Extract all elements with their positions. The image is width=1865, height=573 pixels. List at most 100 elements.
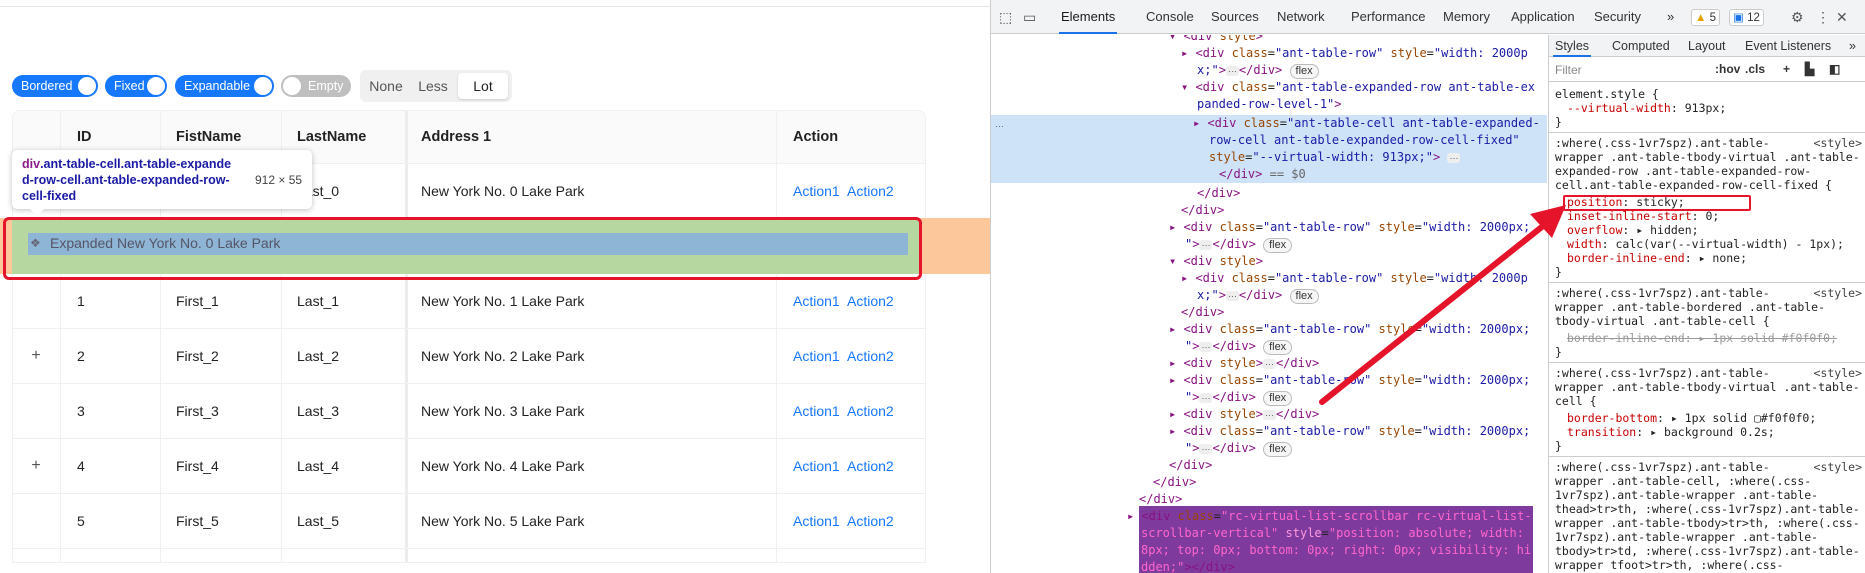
dom-line[interactable]: </div> (1153, 474, 1196, 491)
fixed-switch[interactable]: Fixed (105, 75, 167, 97)
close-icon[interactable]: ✕ (1836, 9, 1848, 25)
new-rule-icon[interactable]: + (1783, 62, 1790, 76)
dom-line[interactable]: ▸ <div class="ant-table-row" style="widt… (1169, 423, 1530, 440)
dom-line-selected[interactable]: </div> == $0 (1219, 166, 1306, 183)
action2-link[interactable]: Action2 (847, 181, 894, 201)
message-icon: ▣ (1733, 12, 1744, 24)
css-declaration[interactable]: inset-inline-start: 0; (1567, 209, 1719, 223)
dom-line[interactable]: x;"> ··· </div> flex (1197, 62, 1319, 79)
action1-link[interactable]: Action1 (793, 346, 840, 366)
inspect-element-icon[interactable]: ⬚ (999, 9, 1012, 25)
switch-knob (283, 77, 301, 95)
css-declaration-overridden[interactable]: border-inline-end: ▸ 1px solid #f0f0f0; (1567, 331, 1837, 345)
action2-link[interactable]: Action2 (847, 456, 894, 476)
toggle-sidebar-icon[interactable]: ◧ (1829, 62, 1840, 76)
dom-line[interactable]: "> ··· </div> flex (1185, 389, 1293, 406)
dom-line[interactable]: </div> (1169, 457, 1212, 474)
density-option-lot[interactable]: Lot (458, 73, 508, 99)
dom-line[interactable]: </div> (1139, 491, 1182, 508)
tab-event-listeners[interactable]: Event Listeners (1745, 35, 1831, 57)
dom-line[interactable]: ▸ <div class="ant-table-row" style="widt… (1169, 321, 1530, 338)
switch-label: Fixed (114, 79, 145, 93)
dom-line[interactable]: ▸ <div class="ant-table-row" style="widt… (1181, 45, 1528, 62)
expand-row-icon[interactable]: + (28, 458, 44, 474)
dom-line[interactable]: ▸ <div class="ant-table-row" style="widt… (1181, 270, 1528, 287)
more-styles-tabs-icon[interactable]: » (1849, 35, 1856, 57)
dom-line[interactable]: "> ··· </div> flex (1185, 440, 1293, 457)
tab-network[interactable]: Network (1277, 0, 1325, 34)
dom-line[interactable]: ▾ <div class="ant-table-expanded-row ant… (1181, 79, 1535, 96)
messages-count: 12 (1747, 12, 1760, 24)
dom-line[interactable]: ▾ <div style> (1169, 253, 1263, 270)
tab-performance[interactable]: Performance (1351, 0, 1425, 34)
dom-line[interactable]: panded-row-level-1"> (1197, 96, 1342, 113)
empty-switch[interactable]: Empty (281, 75, 351, 97)
dom-line[interactable]: "> ··· </div> flex (1185, 236, 1293, 253)
filter-input[interactable]: Filter (1555, 63, 1582, 77)
action1-link[interactable]: Action1 (793, 401, 840, 421)
dom-line[interactable]: </div> (1181, 304, 1224, 321)
action2-link[interactable]: Action2 (847, 291, 894, 311)
dom-line-selected[interactable]: row-cell ant-table-expanded-row-cell-fix… (1209, 132, 1520, 149)
style-source-link[interactable]: <style> (1814, 136, 1862, 150)
action1-link[interactable]: Action1 (793, 511, 840, 531)
css-declaration[interactable]: border-inline-end: ▸ none; (1567, 251, 1747, 265)
action1-link[interactable]: Action1 (793, 291, 840, 311)
tooltip-selector-line2: d-row-cell.ant-table-expanded-row- (22, 172, 250, 188)
tab-layout[interactable]: Layout (1688, 35, 1726, 57)
dom-line-selected[interactable]: ▸ <div class="ant-table-cell ant-table-e… (1193, 115, 1540, 132)
action1-link[interactable]: Action1 (793, 456, 840, 476)
dom-line[interactable]: ▸ <div class="ant-table-row" style="widt… (1169, 372, 1530, 389)
tab-application[interactable]: Application (1511, 0, 1575, 34)
css-declaration[interactable]: transition: ▸ background 0.2s; (1567, 425, 1775, 439)
action2-link[interactable]: Action2 (847, 401, 894, 421)
action2-link[interactable]: Action2 (847, 346, 894, 366)
dom-line-hover[interactable]: ▸ <div class="rc-virtual-list-scrollbar … (1127, 508, 1532, 525)
css-declaration[interactable]: width: calc(var(--virtual-width) - 1px); (1567, 237, 1844, 251)
messages-badge[interactable]: ▣ 12 (1729, 9, 1764, 26)
warnings-badge[interactable]: ▲ 5 (1691, 9, 1720, 26)
style-source-link[interactable]: <style> (1814, 366, 1862, 380)
dom-line[interactable]: </div> (1181, 202, 1224, 219)
action1-link[interactable]: Action1 (793, 181, 840, 201)
dom-line[interactable]: ▸ <div style> ··· </div> (1169, 355, 1319, 372)
dom-line-hover[interactable]: 8px; top: 0px; bottom: 0px; right: 0px; … (1141, 542, 1531, 559)
css-declaration[interactable]: border-bottom: ▸ 1px solid ▢#f0f0f0; (1567, 411, 1816, 425)
dom-line[interactable]: "> ··· </div> flex (1185, 338, 1293, 355)
hov-toggle[interactable]: :hov (1715, 62, 1740, 76)
dom-line[interactable]: ▾ <div style> (1169, 35, 1263, 45)
dom-line[interactable]: </div> (1197, 185, 1240, 202)
style-source-link[interactable]: <style> (1814, 286, 1862, 300)
kebab-menu-icon[interactable]: ⋮ (1816, 9, 1830, 25)
more-tabs-icon[interactable]: » (1667, 0, 1674, 34)
expand-row-icon[interactable]: + (28, 348, 44, 364)
tab-console[interactable]: Console (1146, 0, 1194, 34)
tab-sources[interactable]: Sources (1211, 0, 1259, 34)
css-declaration[interactable]: overflow: ▸ hidden; (1567, 223, 1699, 237)
tab-elements[interactable]: Elements (1058, 0, 1118, 34)
tab-memory[interactable]: Memory (1443, 0, 1490, 34)
density-option-none[interactable]: None (364, 73, 408, 99)
rule-divider (1549, 132, 1865, 133)
dom-line[interactable]: ▸ <div class="ant-table-row" style="widt… (1169, 219, 1530, 236)
device-toolbar-icon[interactable]: ▭ (1023, 9, 1036, 25)
cls-toggle[interactable]: .cls (1745, 62, 1765, 76)
expandable-switch[interactable]: Expandable (175, 75, 274, 97)
dom-line-hover[interactable]: dden;"></div> (1141, 559, 1235, 573)
css-declaration[interactable]: --virtual-width: 913px; (1567, 101, 1726, 115)
settings-gear-icon[interactable]: ⚙ (1791, 9, 1804, 25)
style-source-link[interactable]: <style> (1814, 460, 1862, 474)
density-option-less[interactable]: Less (411, 73, 455, 99)
tab-security[interactable]: Security (1594, 0, 1641, 34)
row-divider (13, 548, 925, 549)
action2-link[interactable]: Action2 (847, 511, 894, 531)
tab-computed[interactable]: Computed (1612, 35, 1670, 57)
paint-icon[interactable]: ▙ (1805, 62, 1814, 76)
dom-line[interactable]: x;"> ··· </div> flex (1197, 287, 1319, 304)
dom-line[interactable]: ▸ <div style> ··· </div> (1169, 406, 1319, 423)
bordered-switch[interactable]: Bordered (12, 75, 98, 97)
dom-line-selected[interactable]: style="--virtual-width: 913px;"> ··· (1209, 149, 1461, 166)
page-viewport: Bordered Fixed Expandable Empty None Les… (0, 0, 990, 573)
tab-styles[interactable]: Styles (1552, 35, 1592, 57)
dom-line-hover[interactable]: scrollbar-vertical" style="position: abs… (1141, 525, 1524, 542)
